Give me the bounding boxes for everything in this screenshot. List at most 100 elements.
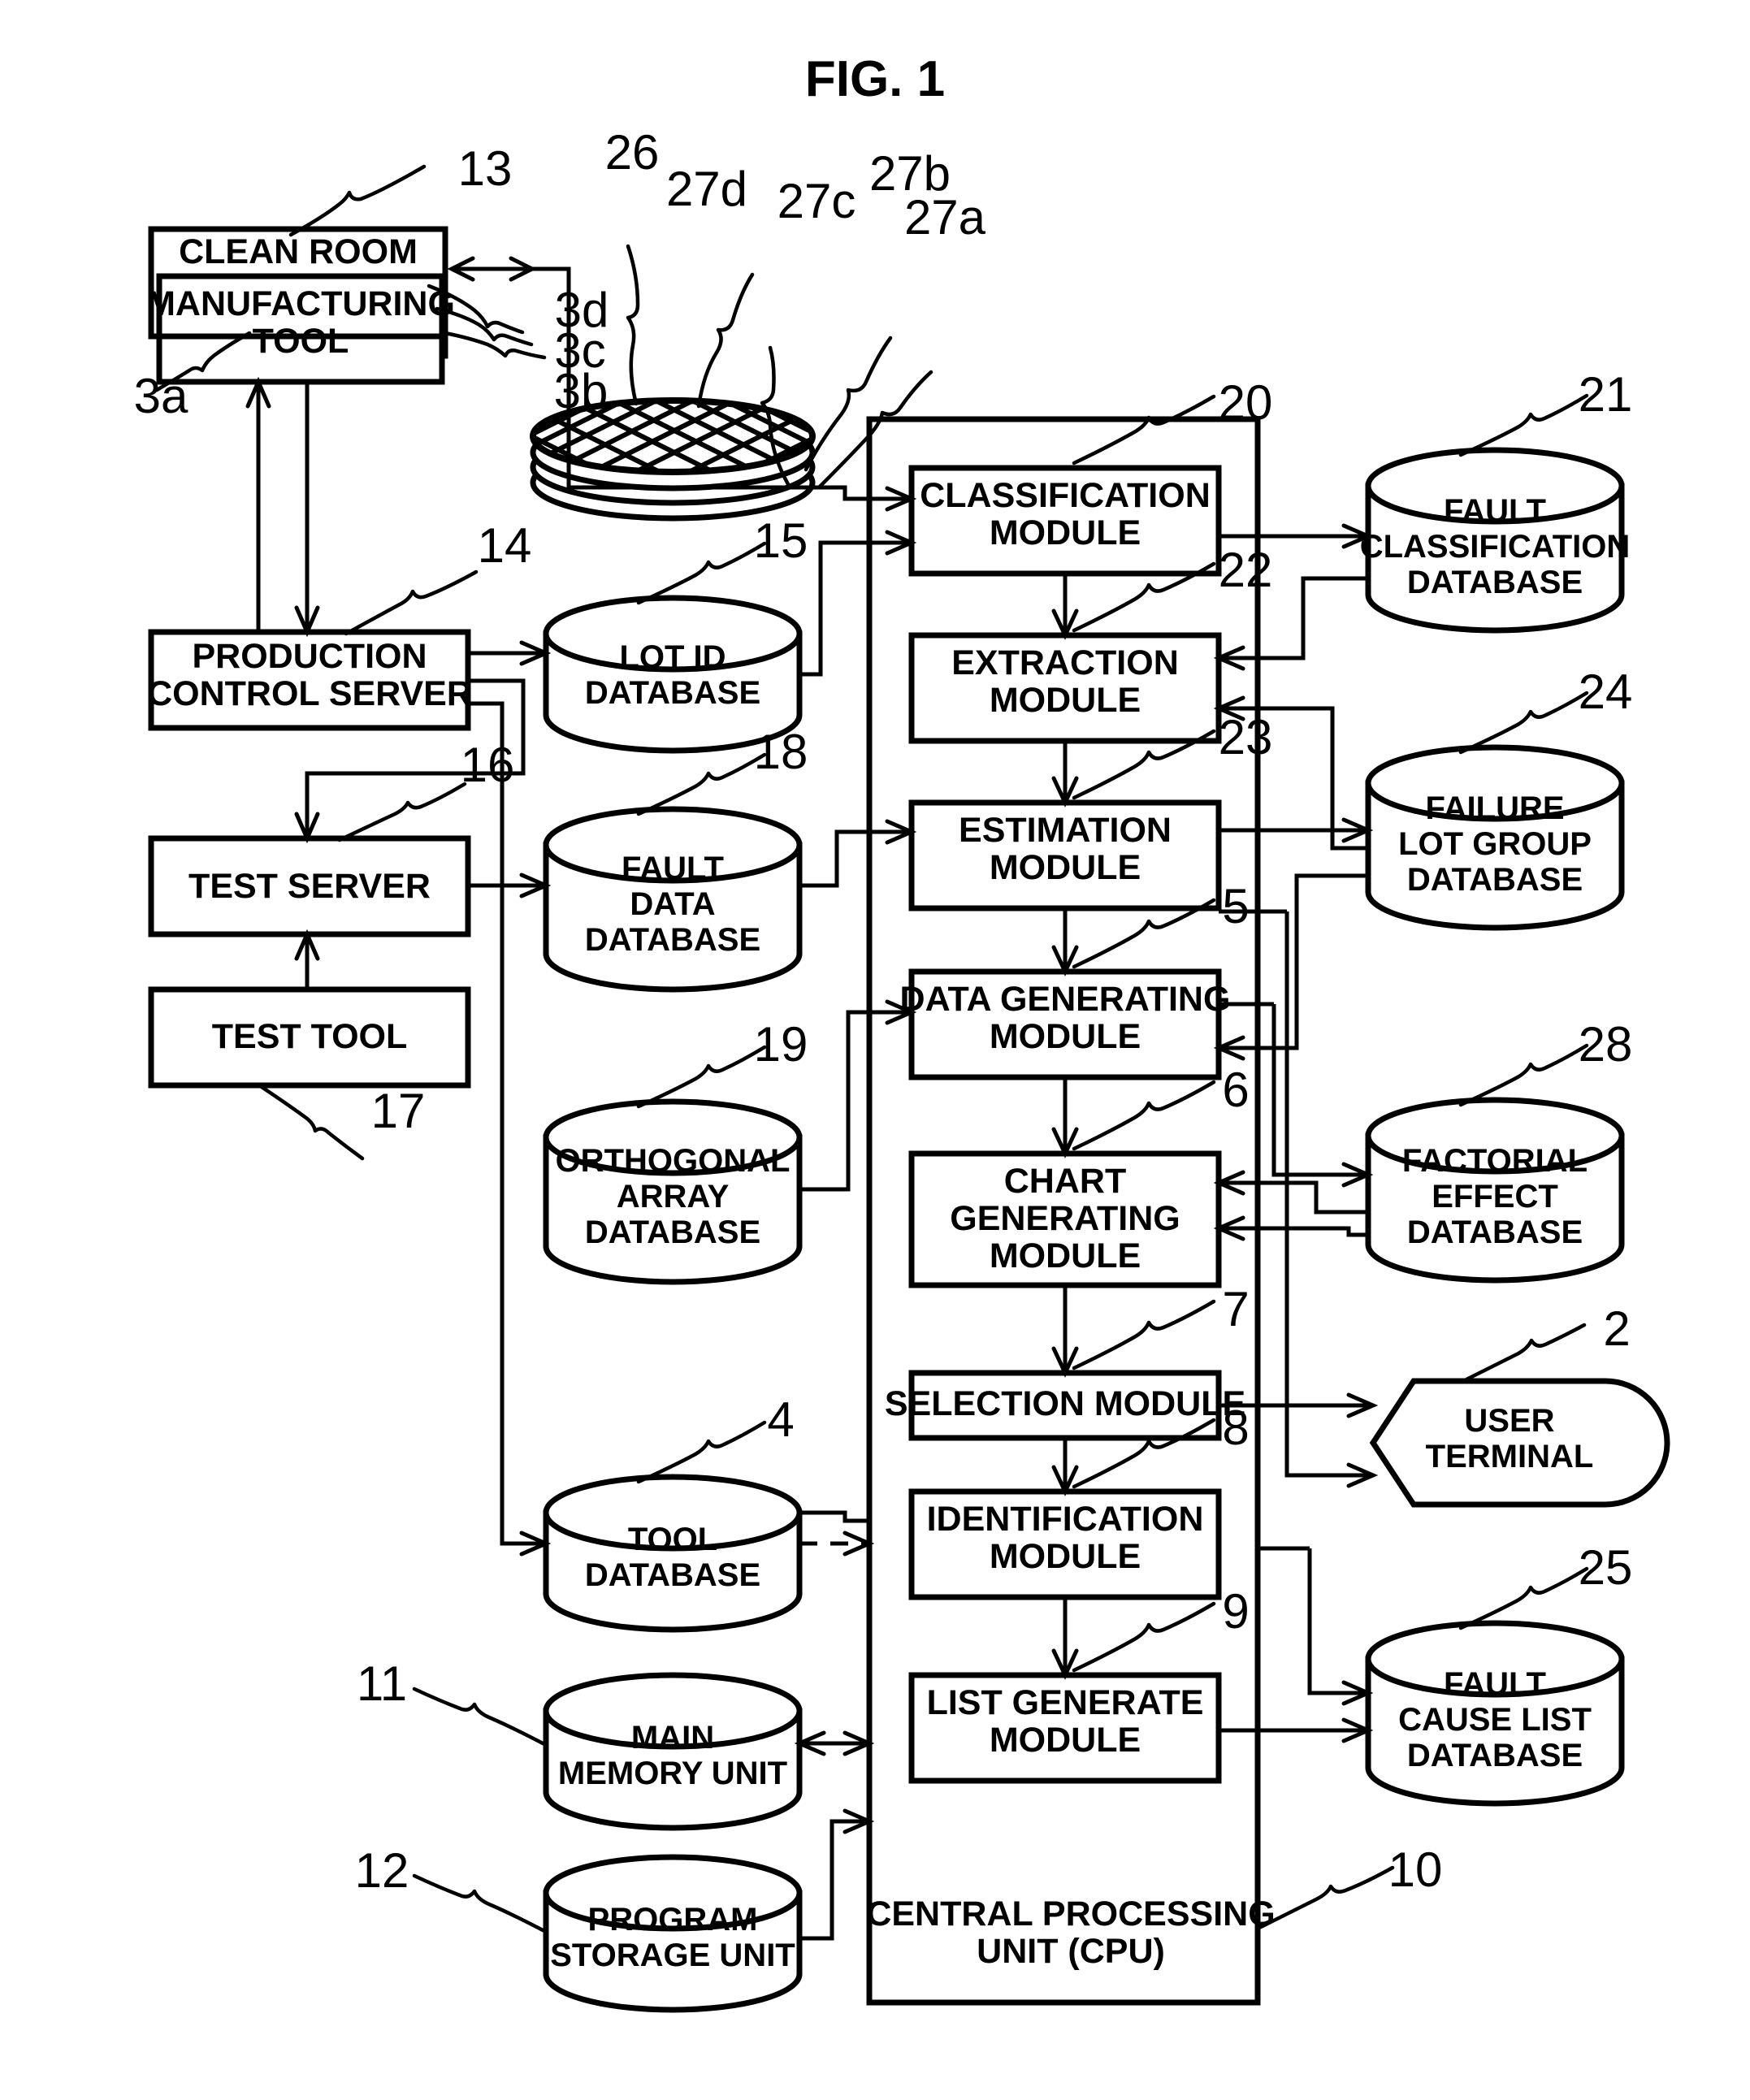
ref-15-leader [636,541,767,605]
ref-18-leader [636,752,767,816]
fault-cause-list-line1: FAULT [1444,1666,1546,1702]
ref-20: 20 [1219,375,1273,430]
fault-classification-line1: FAULT [1444,493,1546,529]
ref-6: 6 [1222,1063,1249,1117]
ref-7: 7 [1222,1282,1249,1336]
ref-14-leader [344,569,479,636]
ref-16-leader [337,782,467,842]
failure-lot-group-line3: DATABASE [1407,862,1583,898]
ref-21: 21 [1579,367,1633,422]
user-terminal-line1: USER [1464,1403,1554,1439]
user-terminal-line2: TERMINAL [1426,1439,1594,1474]
fault-cause-list-line2: CAUSE LIST [1398,1702,1592,1738]
chart-generating-line3: MODULE [990,1236,1141,1275]
ref-28-leader [1458,1043,1589,1107]
ref-7-leader [1072,1299,1216,1370]
production-server-label-line2: CONTROL SERVER [147,674,472,713]
list-generate-line2: MODULE [990,1721,1141,1760]
ref-13-leader [288,164,427,237]
ref-2: 2 [1603,1301,1630,1356]
estimation-line1: ESTIMATION [959,811,1172,850]
estimation-line2: MODULE [990,848,1141,887]
ref-2-leader [1464,1323,1587,1382]
failure-lot-group-line1: FAILURE [1425,790,1564,826]
page-title: FIG. 1 [805,51,945,107]
data-generating-line1: DATA GENERATING [900,980,1231,1019]
ref-22: 22 [1219,543,1273,597]
chart-generating-line2: GENERATING [950,1199,1180,1238]
connector-factorial-to-chartgen1 [1219,1180,1368,1215]
ref-27b-leader [804,336,893,472]
fault-data-db-line3: DATABASE [585,922,760,958]
clean-room-label: CLEAN ROOM [179,232,418,271]
ref-18: 18 [754,725,808,779]
tool-db-line2: DATABASE [585,1557,760,1593]
ref-5: 5 [1222,879,1249,933]
ref-17-leader [259,1085,365,1161]
main-memory-line2: MEMORY UNIT [558,1756,787,1791]
ref-16: 16 [461,738,515,792]
ref-6-leader [1072,1080,1216,1151]
ref-9: 9 [1222,1584,1249,1639]
main-memory-line1: MAIN [631,1720,714,1756]
fault-data-db-line1: FAULT [622,851,724,886]
ref-10: 10 [1388,1842,1443,1897]
identification-line1: IDENTIFICATION [927,1500,1204,1539]
factorial-effect-line1: FACTORIAL [1402,1143,1588,1179]
orthogonal-db-line3: DATABASE [585,1215,760,1250]
ref-13: 13 [458,141,513,196]
list-generate-line1: LIST GENERATE [927,1683,1204,1722]
test-tool-label: TEST TOOL [212,1017,408,1056]
ref-20-leader [1072,394,1216,465]
ref-27c: 27c [778,174,856,228]
ref-12: 12 [355,1843,409,1898]
ref-23: 23 [1219,710,1273,764]
connector-factorial-to-chartgen2 [1219,1226,1368,1237]
extraction-line1: EXTRACTION [951,643,1179,682]
lot-id-db-line2: DATABASE [585,675,760,711]
identification-line2: MODULE [990,1537,1141,1576]
ref-11-leader [412,1686,548,1747]
ref-27a: 27a [904,190,986,245]
ref-3d: 3d [555,283,609,337]
ref-24: 24 [1579,665,1633,719]
chart-generating-line1: CHART [1004,1162,1126,1201]
wafer-stack-graphic [530,397,816,522]
ref-27d-leader [696,272,755,409]
ref-12-leader [412,1873,548,1934]
patent-figure-page: FIG. 1 CLEAN ROOM MANUFACTURING TOOL 13 … [0,0,1750,2100]
fault-data-db-line2: DATA [630,886,715,922]
extraction-line2: MODULE [990,681,1141,720]
ref-11: 11 [357,1656,407,1711]
connector-orthogonal-to-datagen [799,1010,912,1192]
connector-programstorage-cpu [799,1819,869,1941]
connector-prod-to-tooldb [468,701,546,1546]
cpu-label-line2: UNIT (CPU) [977,1932,1165,1971]
ref-15: 15 [754,513,808,568]
connector-identification-rail-to-faultcause [1307,1548,1368,1695]
fault-cause-list-line3: DATABASE [1407,1738,1583,1773]
data-generating-line2: MODULE [990,1017,1141,1056]
ref-27d: 27d [666,162,747,216]
lot-id-db-line1: LOT ID [619,639,726,675]
manufacturing-tool-label-line2: TOOL [253,322,349,361]
ref-28: 28 [1579,1017,1633,1072]
ref-4: 4 [767,1392,794,1447]
ref-26: 26 [605,125,660,180]
factorial-effect-line3: DATABASE [1407,1215,1583,1250]
connector-tooldb-upper [799,1510,869,1523]
arrowhead-cpu-tooldb [843,1531,875,1557]
connector-lotid-to-classification [799,540,912,677]
ref-17: 17 [371,1084,426,1138]
ref-25: 25 [1579,1540,1633,1595]
connector-rail-to-userterminal [1284,911,1373,1478]
ref-9-leader [1072,1601,1216,1673]
production-server-label-line1: PRODUCTION [192,637,427,676]
test-server-label: TEST SERVER [188,867,431,906]
manufacturing-tool-label-line1: MANUFACTURING [146,284,455,323]
fault-classification-line2: CLASSIFICATION [1360,529,1631,565]
selection-line1: SELECTION MODULE [885,1384,1245,1423]
ref-8: 8 [1222,1401,1249,1455]
ref-4-leader [636,1420,767,1484]
ref-14: 14 [478,518,532,573]
